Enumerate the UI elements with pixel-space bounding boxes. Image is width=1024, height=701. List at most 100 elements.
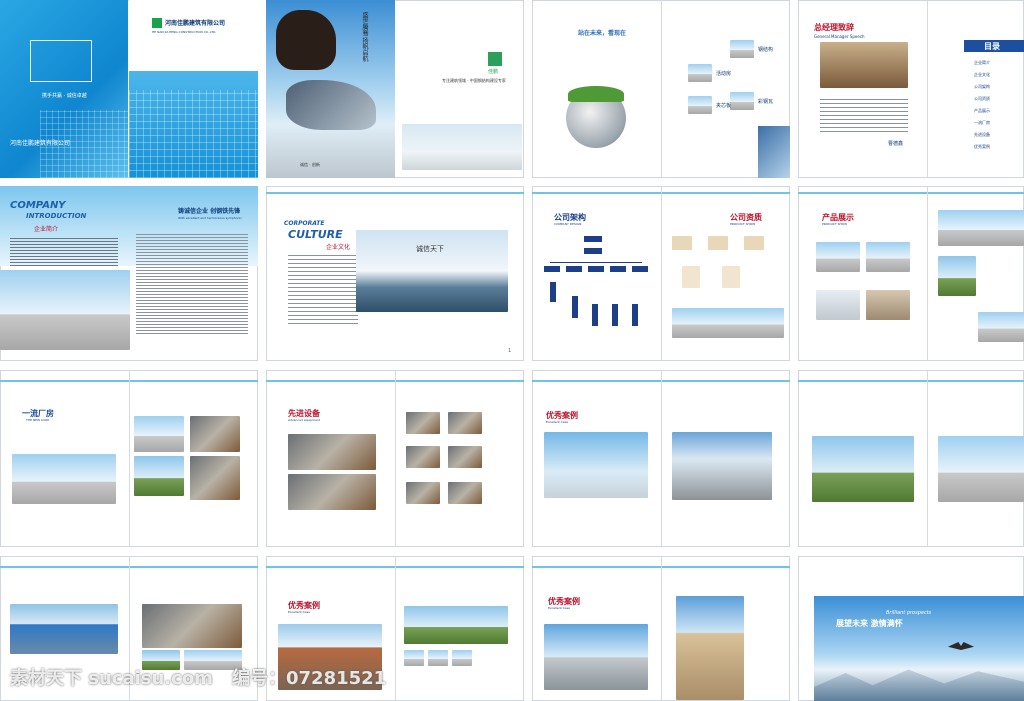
fold-line xyxy=(927,370,928,547)
spread-speech-toc[interactable]: 总经理致辞 General Manager Speech 曹德鑫 目录 企业简介… xyxy=(798,0,1024,178)
globe-greenery xyxy=(568,86,624,102)
top-band xyxy=(798,192,1024,194)
case-tower-image xyxy=(676,596,744,700)
case-city-image xyxy=(544,624,648,690)
qual-factory-image xyxy=(672,308,784,338)
product-image-4 xyxy=(866,290,910,320)
case-tile-2 xyxy=(428,650,448,666)
certificate-1 xyxy=(672,236,692,250)
equip-grid-2 xyxy=(448,412,482,434)
spread-cases-2[interactable] xyxy=(798,370,1024,547)
horse-tagline: 专注建筑领域 · 中国钢结构建设专家 xyxy=(442,78,506,83)
org-en: COMPANY DESIGN xyxy=(554,222,582,226)
certificate-3 xyxy=(744,236,764,250)
org-box-4 xyxy=(566,266,582,272)
intro-slogan: 铸诚信企业 创钢铁先锋 xyxy=(178,208,241,215)
org-box-11 xyxy=(612,304,618,326)
intro-en-2: INTRODUCTION xyxy=(26,212,87,220)
plant-image-3 xyxy=(190,416,240,452)
spread-globe[interactable]: 站在未来，看现在 钢结构 活动房 彩钢瓦 夹芯板 xyxy=(532,0,790,178)
toc-item-1[interactable]: 企业简介 xyxy=(974,60,990,66)
case-roof-image xyxy=(10,604,118,654)
product-label-4: 夹芯板 xyxy=(716,103,732,109)
certificate-4 xyxy=(682,266,700,288)
cases-en-1: Excellent Case xyxy=(546,420,568,424)
culture-body-text xyxy=(288,254,358,324)
org-box-2 xyxy=(584,248,602,254)
manager-photo xyxy=(820,42,908,88)
product-image-6 xyxy=(938,256,976,296)
spread-equipment[interactable]: 先进设备 Advanced equipment xyxy=(266,370,524,547)
ending-calligraphy: 展望未来 激情满怀 xyxy=(836,619,903,628)
org-box-6 xyxy=(610,266,626,272)
steel-frame-image xyxy=(402,124,522,170)
spread-cases-1[interactable]: 优秀案例 Excellent Case xyxy=(532,370,790,547)
equip-grid-4 xyxy=(448,446,482,468)
watermark-site: 素材天下 sucaisu.com xyxy=(10,668,213,689)
product-label-2: 活动房 xyxy=(716,71,732,77)
spread-culture[interactable]: CORPORATE CULTURE 企业文化 诚信天下 1 xyxy=(266,186,524,361)
horse-logo-text: 佳鹏 xyxy=(488,69,499,75)
fold-line xyxy=(661,186,662,361)
cover-logo-icon xyxy=(152,18,162,28)
culture-cn: 企业文化 xyxy=(326,244,351,251)
product-thumb-1 xyxy=(688,64,712,82)
spread-products[interactable]: 产品展示 PRODUCT SHOW xyxy=(798,186,1024,361)
intro-factory-image xyxy=(0,270,130,350)
toc-item-8[interactable]: 优秀案例 xyxy=(974,144,990,150)
product-image-1 xyxy=(816,242,860,272)
toc-item-4[interactable]: 公司资质 xyxy=(974,96,990,102)
equip-grid-6 xyxy=(448,482,482,504)
speech-subtitle: General Manager Speech xyxy=(814,34,865,39)
speech-signature: 曹德鑫 xyxy=(888,141,904,147)
watermark-id: 编号：07281521 xyxy=(232,668,387,689)
intro-slogan-en: With excellent and harmonious symphonic xyxy=(178,216,242,220)
spread-cover[interactable]: 携手共赢 · 诚信卓越 河南佳鹏建筑有限公司 河南佳鹏建筑有限公司 HE NAN… xyxy=(0,0,258,178)
spread-plant[interactable]: 一流厂房 THE NEW LOOK xyxy=(0,370,258,547)
equip-image-1 xyxy=(288,434,376,470)
horse-silhouette-icon xyxy=(276,10,336,70)
org-box-9 xyxy=(572,296,578,318)
toc-item-7[interactable]: 先进设备 xyxy=(974,132,990,138)
certificate-5 xyxy=(722,266,740,288)
spread-ending[interactable]: 展望未来 激情满怀 Brilliant prospects xyxy=(798,556,1024,701)
toc-item-6[interactable]: 一流厂房 xyxy=(974,120,990,126)
product-image-7 xyxy=(978,312,1024,342)
equip-en: Advanced equipment xyxy=(288,418,321,422)
spread-horse[interactable]: 盛世腾骞 扬帆启航 佳鹏 专注建筑领域 · 中国钢结构建设专家 诚信 · 创新 xyxy=(266,0,524,178)
product-image-2 xyxy=(866,242,910,272)
product-thumb-2 xyxy=(730,40,754,58)
product-image-5 xyxy=(938,210,1024,246)
top-band xyxy=(266,192,524,194)
org-hline xyxy=(550,262,642,263)
spread-intro[interactable]: COMPANY INTRODUCTION 企业简介 铸诚信企业 创钢铁先锋 Wi… xyxy=(0,186,258,361)
plant-image-5 xyxy=(190,456,240,500)
toc-item-5[interactable]: 产品展示 xyxy=(974,108,990,114)
culture-mountain-image xyxy=(356,230,508,312)
org-box-10 xyxy=(592,304,598,326)
cases-en-4: Excellent Case xyxy=(288,610,310,614)
org-box-7 xyxy=(632,266,648,272)
case-gate-image xyxy=(812,436,914,502)
spread-org-qual[interactable]: 公司架构 COMPANY DESIGN 公司资质 PRODUCT SHOW xyxy=(532,186,790,361)
page-number: 1 xyxy=(508,348,512,354)
fold-line xyxy=(927,0,928,178)
org-box-top xyxy=(584,236,602,242)
org-box-8 xyxy=(550,282,556,302)
fold-line xyxy=(927,186,928,361)
intro-body-text-left xyxy=(10,236,118,266)
toc-item-2[interactable]: 企业文化 xyxy=(974,72,990,78)
spread-cases-5[interactable]: 优秀案例 Excellent Case xyxy=(532,556,790,701)
culture-en-2: CULTURE xyxy=(288,228,343,241)
product-image-3 xyxy=(816,290,860,320)
qual-en: PRODUCT SHOW xyxy=(730,222,756,226)
plant-main-image xyxy=(12,454,116,504)
products-en: PRODUCT SHOW xyxy=(822,222,848,226)
culture-en-1: CORPORATE xyxy=(284,220,325,227)
horse-calligraphy: 盛世腾骞 扬帆启航 xyxy=(361,12,368,62)
fold-line xyxy=(661,0,662,178)
case-warehouse-image xyxy=(938,436,1024,502)
intro-body-text-right xyxy=(136,234,248,334)
horse-bottom-note: 诚信 · 创新 xyxy=(300,162,320,167)
toc-item-3[interactable]: 公司架构 xyxy=(974,84,990,90)
